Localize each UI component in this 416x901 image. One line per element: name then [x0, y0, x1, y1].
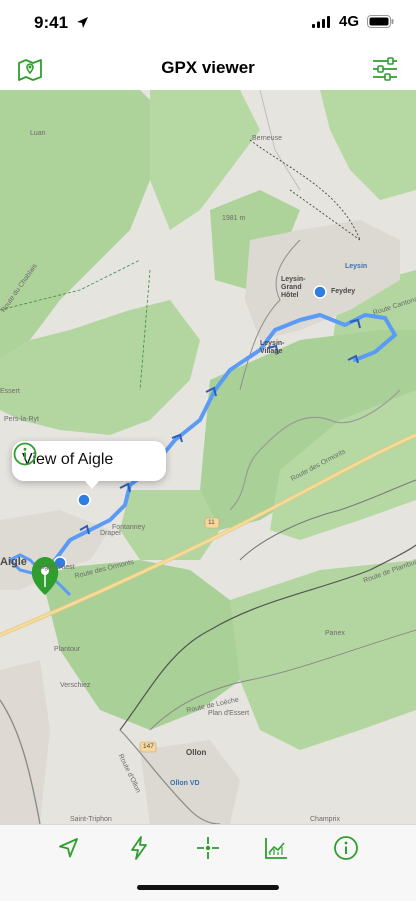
map-label: Saint-Triphon [70, 816, 112, 823]
page-title: GPX viewer [161, 58, 255, 77]
waypoint-callout[interactable]: View of Aigle [12, 441, 166, 489]
map-label: Ollon [186, 748, 207, 757]
map-label: Plan d'Essert [208, 710, 250, 717]
map-label: Luan [30, 130, 46, 137]
map-label: Ollon VD [170, 780, 200, 787]
elevation-chart-icon [265, 838, 287, 859]
road-number: 11 [208, 519, 215, 526]
map-label: Pers-la-Ryt [4, 416, 40, 423]
map-label: Aigle-Ouest [38, 564, 75, 571]
bottom-toolbar [0, 824, 416, 901]
town-area [0, 660, 50, 824]
network-type: 4G [338, 13, 359, 30]
map-label: 1981 m [222, 215, 246, 222]
map-label: Berneuse [252, 135, 282, 142]
map-label: Leysin-Grand Hôtel [281, 276, 306, 299]
status-indicators: 4G [311, 13, 394, 30]
nav-bar: GPX viewer [0, 46, 416, 90]
map-label: Essert [0, 388, 20, 395]
info-icon [334, 836, 358, 860]
map-view[interactable]: Luan Berneuse Leysin-Grand Hôtel 1981 m … [0, 90, 416, 824]
info-button[interactable] [331, 833, 361, 863]
battery-icon [367, 15, 394, 28]
status-time: 9:41 [34, 13, 69, 32]
status-bar: 9:41 4G [0, 0, 416, 46]
crosshair-icon [197, 837, 219, 859]
map-label: Drapel [100, 530, 121, 537]
location-services-icon [77, 17, 88, 28]
sliders-icon [373, 57, 397, 81]
info-icon[interactable] [12, 441, 38, 467]
map-label: Feydey [331, 288, 356, 295]
map-label: Aigle [0, 556, 27, 568]
map-label: Panex [325, 630, 345, 637]
road-number: 147 [143, 743, 154, 750]
settings-button[interactable] [370, 54, 400, 84]
center-button[interactable] [193, 833, 223, 863]
location-arrow-icon [59, 838, 78, 858]
map-label: Fontanney [112, 524, 146, 531]
map-label: Leysin [345, 263, 368, 270]
callout-pointer [84, 480, 100, 489]
bolt-icon [131, 836, 147, 860]
cellular-signal-icon [311, 15, 330, 28]
home-indicator [137, 885, 279, 890]
map-label: Plantour [54, 646, 81, 653]
locate-button[interactable] [54, 833, 84, 863]
elevation-button[interactable] [261, 833, 291, 863]
waypoint-dot [77, 493, 91, 507]
map-label: Verschiez [60, 682, 91, 689]
map-label: Leysin-Village [260, 340, 285, 355]
speed-button[interactable] [124, 833, 154, 863]
map-label: Champrix [310, 816, 340, 823]
